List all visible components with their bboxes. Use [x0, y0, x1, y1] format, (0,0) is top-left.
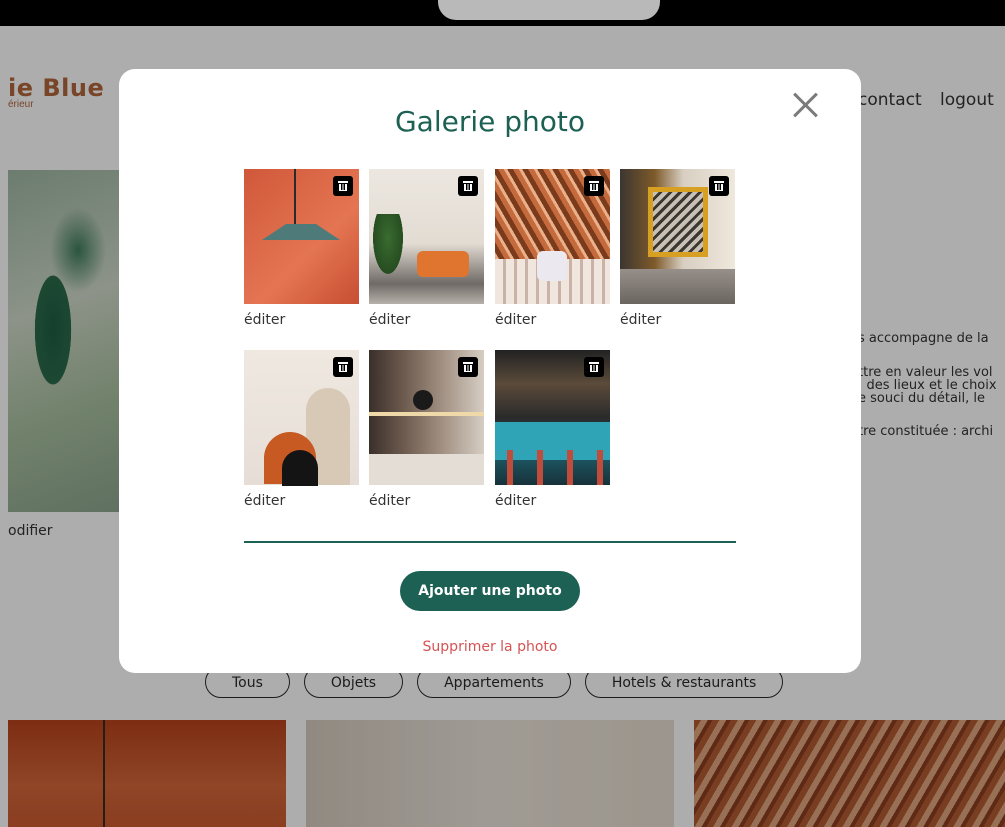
- modal-title: Galerie photo: [394, 105, 586, 138]
- photo-item: éditer: [369, 169, 484, 328]
- edit-photo-link[interactable]: éditer: [495, 312, 610, 328]
- trash-icon[interactable]: [709, 176, 729, 196]
- photo-thumbnail[interactable]: [495, 350, 610, 485]
- photo-item: éditer: [495, 350, 610, 509]
- delete-photo-link[interactable]: Supprimer la photo: [119, 639, 861, 655]
- photo-item: éditer: [244, 169, 359, 328]
- edit-photo-link[interactable]: éditer: [369, 493, 484, 509]
- photo-thumbnail[interactable]: [495, 169, 610, 304]
- modal-divider: [244, 541, 736, 543]
- trash-icon[interactable]: [458, 357, 478, 377]
- edit-photo-link[interactable]: éditer: [244, 312, 359, 328]
- edit-photo-link[interactable]: éditer: [495, 493, 610, 509]
- photo-item: éditer: [620, 169, 735, 328]
- photo-item: éditer: [495, 169, 610, 328]
- trash-icon[interactable]: [333, 357, 353, 377]
- photo-thumbnail[interactable]: [244, 350, 359, 486]
- photo-thumbnail[interactable]: [620, 169, 735, 304]
- edit-photo-link[interactable]: éditer: [620, 312, 735, 328]
- trash-icon[interactable]: [584, 357, 604, 377]
- photo-item: éditer: [369, 350, 484, 509]
- trash-icon[interactable]: [584, 176, 604, 196]
- trash-icon[interactable]: [458, 176, 478, 196]
- trash-icon[interactable]: [333, 176, 353, 196]
- photo-thumbnail[interactable]: [369, 350, 484, 485]
- photo-thumbnail[interactable]: [369, 169, 484, 304]
- edit-photo-link[interactable]: éditer: [244, 493, 359, 509]
- photo-thumbnail[interactable]: [244, 169, 359, 304]
- add-photo-button[interactable]: Ajouter une photo: [400, 571, 580, 611]
- photo-gallery-modal: Galerie photo éditer éditer éditer édite…: [119, 69, 861, 673]
- photo-item: éditer: [244, 350, 359, 509]
- browser-top-bar: [0, 0, 1005, 26]
- edit-photo-link[interactable]: éditer: [369, 312, 484, 328]
- browser-notch: [438, 0, 660, 20]
